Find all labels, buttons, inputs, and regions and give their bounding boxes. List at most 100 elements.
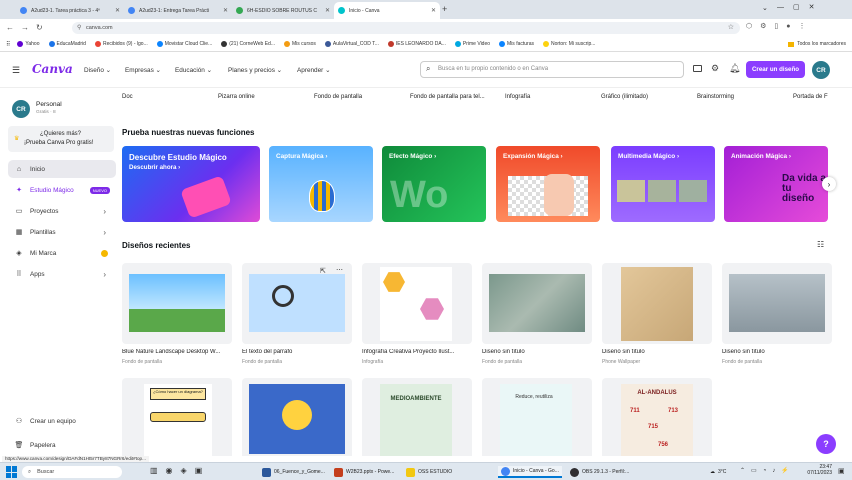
taskbar-app-active[interactable]: Inicio - Canva - Go... bbox=[498, 466, 562, 478]
bookmark-item[interactable]: EducaMadrid bbox=[48, 41, 86, 47]
canva-logo[interactable]: Canva bbox=[32, 62, 73, 76]
system-tray-icons[interactable]: ⌃▭◔♪⚡ bbox=[740, 467, 795, 474]
design-thumbnail-7[interactable]: ¿Cómo hacer un diagrama? bbox=[122, 378, 232, 456]
bookmark-item[interactable]: (21) CorneWeb Ed... bbox=[221, 41, 275, 47]
navigation-arrows-icon[interactable]: ←→↻ bbox=[6, 23, 50, 32]
shortcut-doc[interactable]: Doc bbox=[122, 94, 133, 100]
sidebar-item-plantillas[interactable]: ▦ Plantillas › bbox=[8, 223, 116, 241]
nav-aprender[interactable]: Aprender ⌄ bbox=[297, 66, 330, 74]
sidebar-item-apps[interactable]: ⠿ Apps › bbox=[8, 265, 116, 283]
help-button[interactable]: ? bbox=[816, 434, 836, 454]
window-controls[interactable]: —▢✕ bbox=[777, 3, 823, 11]
nav-educacion[interactable]: Educación ⌄ bbox=[175, 66, 212, 74]
design-thumbnail-1[interactable] bbox=[122, 263, 232, 344]
carousel-next-button[interactable]: › bbox=[822, 177, 836, 191]
bookmark-item[interactable]: IES LEONARDO DA... bbox=[387, 41, 446, 47]
sidebar-item-proyectos[interactable]: ▭ Proyectos › bbox=[8, 202, 116, 220]
design-thumbnail-6[interactable] bbox=[722, 263, 832, 344]
design-title[interactable]: Diseño sin título bbox=[602, 349, 712, 355]
taskbar-app[interactable]: W2B23.pptx - Powe... bbox=[334, 466, 394, 478]
design-thumbnail-11[interactable]: AL-ANDALUS 711 713 715 756 bbox=[602, 378, 712, 456]
tab-search-chevron-icon[interactable]: ⌄ bbox=[762, 4, 768, 12]
bookmark-item[interactable]: Prime Video bbox=[454, 41, 490, 47]
avatar[interactable]: CR bbox=[812, 61, 830, 79]
design-title[interactable]: Diseño sin título bbox=[722, 349, 832, 355]
notification-center-icon[interactable]: ▣ bbox=[838, 467, 845, 475]
sidebar-item-estudio-magico[interactable]: ✦ Estudio Mágico NUEVO bbox=[8, 181, 116, 199]
url-field[interactable]: ⚲ canva.com ☆ bbox=[72, 22, 740, 34]
feature-animacion-magica[interactable]: Animación Mágica › Da vida a tu diseño bbox=[724, 146, 828, 222]
feature-expansion-magica[interactable]: Expansión Mágica › bbox=[496, 146, 600, 222]
close-icon[interactable]: ✕ bbox=[431, 7, 436, 14]
pro-promo[interactable]: ♛ ¿Quieres más? ¡Prueba Canva Pro gratis… bbox=[8, 126, 114, 152]
taskbar-search[interactable]: ⌕ Buscar bbox=[22, 466, 122, 478]
bookmark-item[interactable]: Norton: Mi suscrip... bbox=[542, 41, 595, 47]
create-design-button[interactable]: Crear un diseño bbox=[746, 61, 805, 78]
bookmark-item[interactable]: AulaVirtual_COD T... bbox=[324, 41, 379, 47]
extension-icons[interactable]: ⬡⚙▯●⋮ bbox=[746, 22, 813, 30]
new-tab-button[interactable]: + bbox=[442, 4, 447, 14]
more-options-icon[interactable]: ⋯ bbox=[336, 266, 343, 274]
design-title[interactable]: El texto del párrafo bbox=[242, 349, 352, 355]
browser-tab-active[interactable]: Inicio - Canva ✕ bbox=[334, 2, 440, 19]
menu-icon[interactable]: ☰ bbox=[12, 65, 20, 76]
feature-multimedia-magico[interactable]: Multimedia Mágico › bbox=[611, 146, 715, 222]
shortcut-fondo[interactable]: Fondo de pantalla bbox=[314, 94, 362, 100]
search-input[interactable]: ⌕ Busca en tu propio contenido o en Canv… bbox=[420, 61, 684, 78]
design-thumbnail-10[interactable]: Reduce, reutiliza bbox=[482, 378, 592, 456]
bookmark-item[interactable]: Recibidos (9) - lgo... bbox=[94, 41, 148, 47]
sidebar-item-crear-equipo[interactable]: ⚇ Crear un equipo bbox=[8, 412, 116, 430]
taskbar-app[interactable]: OSS ESTUDIO bbox=[406, 466, 452, 478]
folder-move-icon[interactable]: ⇱ bbox=[320, 267, 326, 275]
shortcut-fondo-tel[interactable]: Fondo de pantalla para tel... bbox=[410, 94, 485, 100]
close-icon[interactable]: ✕ bbox=[115, 7, 120, 14]
windows-start-icon[interactable] bbox=[6, 466, 18, 478]
bookmark-item[interactable]: Movistar Cloud Clie... bbox=[156, 41, 212, 47]
design-thumbnail-2[interactable]: ⇱ ⋯ bbox=[242, 263, 352, 344]
bookmark-item[interactable]: Mis cursos bbox=[284, 41, 316, 47]
all-bookmarks[interactable]: Todos los marcadores bbox=[788, 41, 846, 47]
sidebar-item-inicio[interactable]: ⌂ Inicio bbox=[8, 160, 116, 178]
weather[interactable]: ☁ 3°C bbox=[710, 466, 726, 478]
shortcut-infografia[interactable]: Infografía bbox=[505, 94, 530, 100]
notifications-icon[interactable]: 🔔︎ bbox=[729, 63, 740, 74]
bookmark-item[interactable]: Mis facturas bbox=[499, 41, 534, 47]
browser-tab[interactable]: 6H-ESDIO SOBRE ROUTUS C ✕ bbox=[232, 2, 334, 19]
browser-tab[interactable]: A2ud23-1. Tarea práctica 3 - 4º ✕ bbox=[16, 2, 124, 19]
list-view-icon[interactable]: ☷ bbox=[817, 240, 824, 249]
bookmark-star-icon[interactable]: ☆ bbox=[728, 23, 734, 31]
feature-captura-magica[interactable]: Captura Mágica › bbox=[269, 146, 373, 222]
sidebar-item-mi-marca[interactable]: ◈ Mi Marca bbox=[8, 244, 116, 262]
browser-tab[interactable]: A2ud23-1: Entrega Tarea Prácti ✕ bbox=[124, 2, 232, 19]
nav-planes[interactable]: Planes y precios ⌄ bbox=[228, 66, 282, 74]
nav-diseno[interactable]: Diseño ⌄ bbox=[84, 66, 111, 74]
design-thumbnail-3[interactable] bbox=[362, 263, 472, 344]
account-name[interactable]: Personal bbox=[36, 101, 62, 108]
design-thumbnail-4[interactable] bbox=[482, 263, 592, 344]
design-thumbnail-9[interactable]: MEDIOAMBIENTE bbox=[362, 378, 472, 456]
sidebar-item-papelera[interactable]: 🗑︎ Papelera bbox=[8, 436, 116, 454]
close-icon[interactable]: ✕ bbox=[223, 7, 228, 14]
design-title[interactable]: Diseño sin título bbox=[482, 349, 592, 355]
shortcut-grafico[interactable]: Gráfico (ilimitado) bbox=[601, 94, 648, 100]
feature-efecto-magico[interactable]: Efecto Mágico › Wo bbox=[382, 146, 486, 222]
shortcut-brainstorming[interactable]: Brainstorming bbox=[697, 94, 734, 100]
feature-estudio-magico[interactable]: Descubre Estudio Mágico Descubrir ahora … bbox=[122, 146, 260, 222]
monitor-icon[interactable] bbox=[693, 65, 702, 72]
pinned-apps-icons[interactable]: ▥◉◈▣ bbox=[150, 466, 210, 475]
design-title[interactable]: Blue Nature Landscape Desktop W... bbox=[122, 349, 232, 355]
avatar[interactable]: CR bbox=[12, 100, 30, 118]
taskbar-app[interactable]: OBS 29.1.3 - Perfil:... bbox=[570, 466, 629, 478]
settings-icon[interactable]: ⚙ bbox=[711, 63, 719, 74]
design-thumbnail-5[interactable] bbox=[602, 263, 712, 344]
bookmark-item[interactable]: Yahoo bbox=[17, 41, 40, 47]
close-icon[interactable]: ✕ bbox=[325, 7, 330, 14]
clock[interactable]: 23:47 07/11/2023 bbox=[796, 464, 832, 476]
taskbar-app[interactable]: 06_Fuence_y_Gome... bbox=[262, 466, 325, 478]
site-info-icon[interactable]: ⚲ bbox=[77, 24, 81, 31]
nav-empresas[interactable]: Empresas ⌄ bbox=[125, 66, 161, 74]
shortcut-portada[interactable]: Portada de F bbox=[793, 94, 828, 100]
design-title[interactable]: Infografía Creativa Proyecto Ilust... bbox=[362, 349, 472, 355]
design-thumbnail-8[interactable] bbox=[242, 378, 352, 456]
apps-grid-icon[interactable]: ⠿ bbox=[6, 41, 10, 48]
